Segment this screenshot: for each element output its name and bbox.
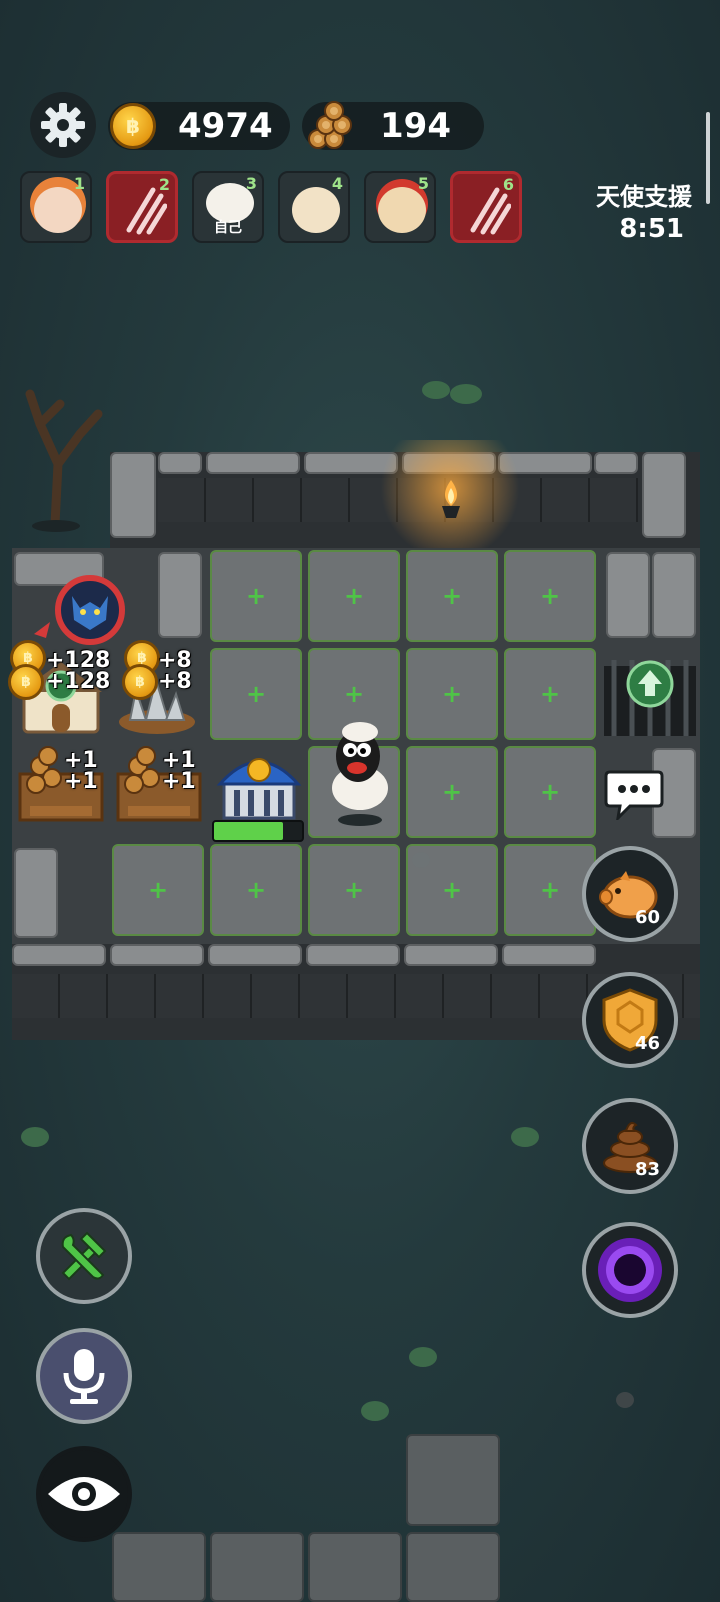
empty-build-tile[interactable]: + [504,550,596,642]
coin-icon: ฿ [8,664,44,700]
floor-stone [406,1532,500,1602]
grass-decor [422,381,482,404]
player-number: 4 [331,174,343,193]
portal-icon [598,1238,662,1302]
player-slot-6[interactable]: 6 [450,171,522,243]
player-slot-1[interactable]: 1 [20,171,92,243]
gear-icon [41,103,85,147]
wall-stone [14,848,58,938]
empty-build-tile[interactable]: + [308,844,400,936]
build-progress-bar [212,820,304,842]
werewolf-enemy-icon[interactable] [24,574,128,646]
wood-amount: 194 [380,106,451,146]
player-number: 1 [73,174,85,193]
empty-build-tile[interactable]: + [406,550,498,642]
coin-amount: 4974 [178,106,273,146]
ability-count: 60 [634,907,660,928]
build-progress-fill [214,822,283,840]
ability-count: 46 [634,1033,660,1054]
income-bonus: +8 [158,669,192,694]
wall-stone [652,552,696,638]
wood-bonus: +1 [162,769,196,794]
player-number: 6 [502,175,514,194]
income-bonus: +128 [46,669,111,694]
empty-build-tile[interactable]: + [112,844,204,936]
rock-decor [412,852,430,868]
empty-build-tile[interactable]: + [210,550,302,642]
eye-icon [48,1477,120,1511]
floor-stone [210,1532,304,1602]
rock-decor [616,1392,634,1408]
angel-support-timer: 8:51 [619,214,684,244]
floor-stone [406,1434,500,1526]
coin-icon: ฿ [122,664,158,700]
coin-icon: ฿ [110,103,156,149]
coin-counter: ฿ 4974 [108,102,290,150]
empty-build-tile[interactable]: + [210,844,302,936]
player-number: 2 [158,175,170,194]
voice-chat-button[interactable] [36,1328,132,1424]
wood-counter: 194 [302,101,484,150]
player-sheep-character[interactable] [318,718,400,828]
empty-build-tile[interactable]: + [504,648,596,740]
portal-ability-button[interactable] [582,1222,678,1318]
wood-bonus: +1 [64,769,98,794]
grass-decor [409,1347,437,1367]
empty-build-tile[interactable]: + [308,550,400,642]
empty-build-tile[interactable]: + [210,648,302,740]
wall-stone [606,552,650,638]
empty-build-tile[interactable]: + [406,746,498,838]
bank-building[interactable] [214,746,304,822]
player-slot-5[interactable]: 5 [364,171,436,243]
ability-count: 83 [634,1159,660,1180]
player-number: 3 [245,174,257,193]
grass-decor [511,1127,539,1147]
dead-tree [25,389,103,532]
microphone-icon [63,1349,105,1404]
view-toggle-button[interactable] [36,1446,132,1542]
floor-stone [112,1532,206,1602]
shield-ability-button[interactable]: 46 [582,972,678,1068]
player-number: 5 [417,174,429,193]
build-tools-button[interactable] [36,1208,132,1304]
grass-decor [21,1127,49,1147]
empty-build-tile[interactable]: + [406,648,498,740]
wood-logs-icon [308,101,352,149]
floor-stone [308,1532,402,1602]
hammer-wrench-icon [61,1231,107,1281]
iron-gate[interactable] [600,652,700,740]
torch-icon [442,480,460,518]
grass-decor [361,1401,389,1421]
player-slot-2[interactable]: 2 [106,171,178,243]
player-avatar [34,187,82,233]
wall-stone [158,552,202,638]
poop-ability-button[interactable]: 83 [582,1098,678,1194]
chat-bubble-icon[interactable] [604,768,664,820]
player-slot-3[interactable]: 3 自己 [192,171,264,243]
scrollbar[interactable] [706,112,710,204]
player-avatar [378,187,426,233]
empty-build-tile[interactable]: + [504,746,596,838]
angel-support-label: 天使支援 [596,183,692,211]
player-avatar [292,187,340,233]
piggy-bank-ability-button[interactable]: 60 [582,846,678,942]
self-label: 自己 [214,220,242,236]
player-slot-4[interactable]: 4 [278,171,350,243]
settings-button[interactable] [30,92,96,158]
